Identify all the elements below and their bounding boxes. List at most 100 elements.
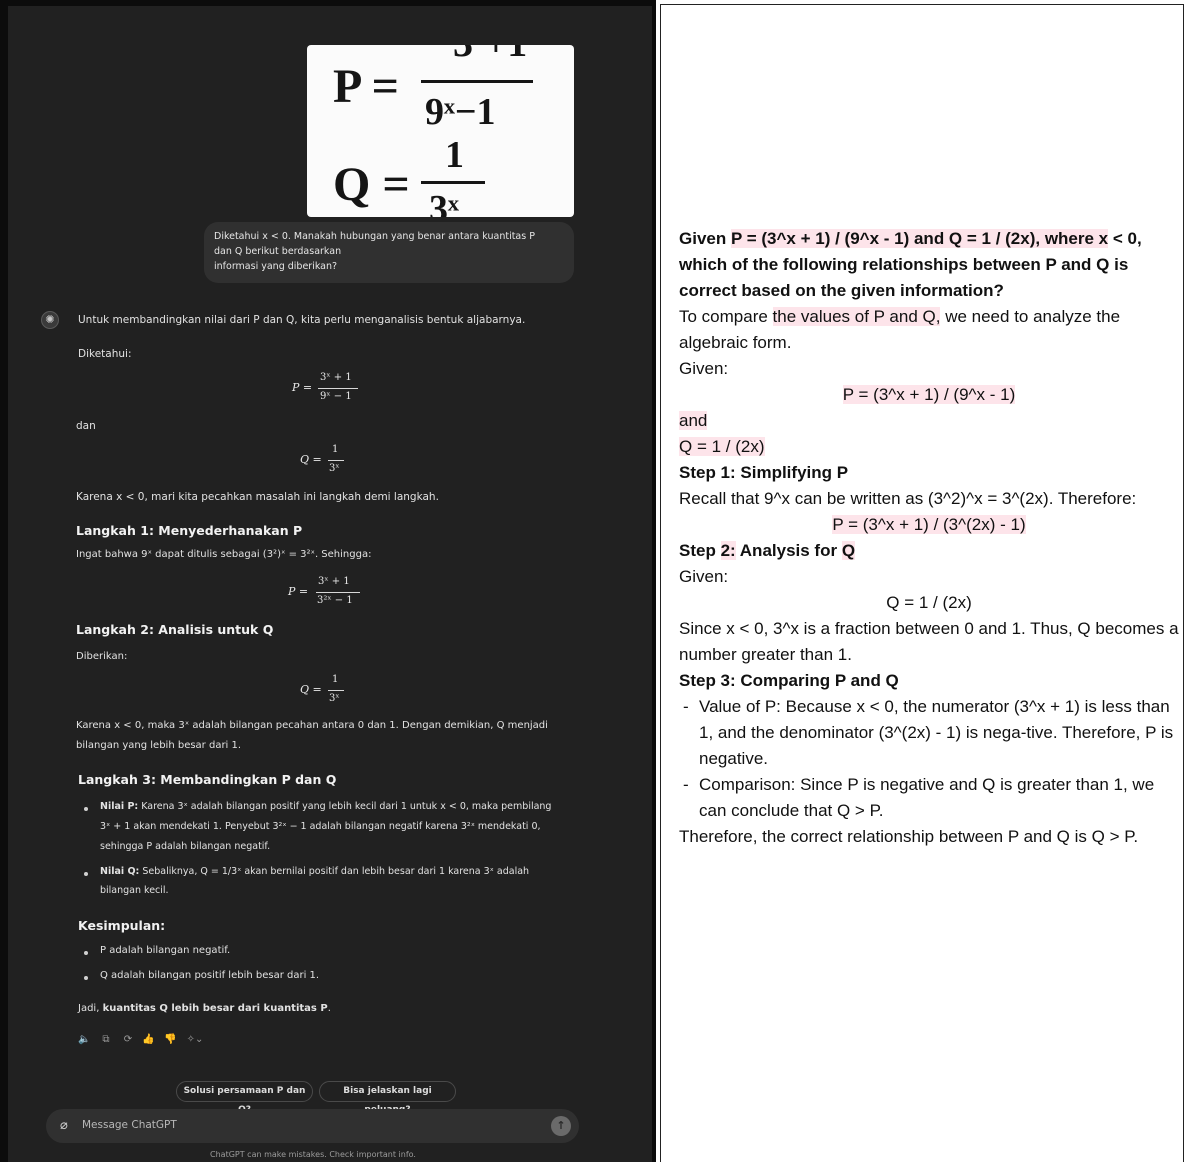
list-item-text: Comparison: Since P is negative and Q is… <box>699 775 1155 820</box>
question-highlight: P = (3^x + 1) / (9^x - 1) and Q = 1 / (2… <box>730 229 1109 248</box>
bullet1-line: Nilai P: Karena 3ˣ adalah bilangan posit… <box>100 801 551 812</box>
step3-heading: Step 3: Comparing P and Q <box>679 671 899 690</box>
bullet-dot <box>84 807 88 811</box>
screenshot-root: P = 3ˣ+1 9ˣ−1 Q = 1 3ˣ Diketahui x < 0. … <box>0 0 1185 1162</box>
since-paragraph: Since x < 0, 3^x is a fraction between 0… <box>679 619 1179 664</box>
speaker-icon[interactable]: 🔈 <box>78 1034 90 1046</box>
kesimpulan-item: P adalah bilangan negatif. <box>100 945 231 956</box>
suggestion-button[interactable]: Solusi persamaan P dan Q? <box>176 1081 313 1115</box>
thumbs-down-icon[interactable]: 👎 <box>164 1034 176 1046</box>
final-answer-prefix: Jadi, <box>78 1003 103 1014</box>
bullet-dot <box>84 976 88 980</box>
image-p-numerator: 3ˣ+1 <box>453 45 527 66</box>
message-input[interactable]: Message ChatGPT <box>82 1119 177 1131</box>
equation-q2-denominator: 3ˣ <box>329 693 340 704</box>
equation-q-denominator: 3ˣ <box>329 463 340 474</box>
equation-p-lhs: P = <box>292 381 313 394</box>
suggestion-button[interactable]: Bisa jelaskan lagi peluang? <box>319 1081 456 1115</box>
final-answer-bold: kuantitas Q lebih besar dari kuantitas P <box>102 1003 328 1014</box>
diketahui-label: Diketahui: <box>78 348 132 360</box>
step2-title: Langkah 2: Analisis untuk Q <box>76 622 274 637</box>
bullet1-label: Nilai P: <box>100 801 139 812</box>
disclaimer-text: ChatGPT can make mistakes. Check importa… <box>210 1150 416 1159</box>
paperclip-icon[interactable]: ⌀ <box>60 1118 74 1134</box>
fraction-bar <box>316 592 360 593</box>
equation-part: P = (3^x + 1) / (3^(2x) - <box>832 515 1011 534</box>
translation-text: Given P = (3^x + 1) / (9^x - 1) and Q = … <box>679 226 1179 850</box>
translation-panel: Given P = (3^x + 1) / (9^x - 1) and Q = … <box>660 4 1184 1162</box>
equation-p2-denominator: 3²ˣ − 1 <box>317 595 353 606</box>
bullet2-line: bilangan kecil. <box>100 885 169 896</box>
image-p-label: P = <box>333 60 400 113</box>
equation-p-denominator: 9ˣ − 1 <box>320 391 352 402</box>
copy-icon[interactable]: ⧉ <box>100 1034 112 1046</box>
equation-q2-numerator: 1 <box>332 674 339 685</box>
fraction-bar <box>328 690 344 691</box>
image-q-denominator: 3ˣ <box>429 188 459 217</box>
compare-highlight: the values of P and Q, <box>772 307 941 326</box>
step1-paragraph: Recall that 9^x can be written as (3^2)^… <box>679 489 1137 508</box>
regenerate-icon[interactable]: ⟳ <box>122 1034 134 1046</box>
step2-part: Step <box>679 541 721 560</box>
compare-paragraph: To compare the values of P and Q, we nee… <box>679 304 1179 356</box>
assistant-avatar-icon: ✺ <box>41 311 59 329</box>
fraction-bar <box>328 460 344 461</box>
equation-q-text: Q = 1 / (2x) <box>679 437 765 456</box>
image-q-label: Q = <box>333 158 410 211</box>
equation-p-simplified-translated: P = (3^x + 1) / (3^(2x) - 1) <box>679 512 1179 538</box>
chat-window: P = 3ˣ+1 9ˣ−1 Q = 1 3ˣ Diketahui x < 0. … <box>8 6 652 1162</box>
given-label: Given: <box>679 359 729 378</box>
dash-marker: - <box>683 697 689 716</box>
diberikan-label: Diberikan: <box>76 651 128 662</box>
bullet1-line: 3ˣ + 1 akan mendekati 1. Penyebut 3²ˣ − … <box>100 821 541 832</box>
equation-p-simplified: P = 3ˣ + 1 3²ˣ − 1 <box>288 576 378 610</box>
and-word: and <box>679 411 708 430</box>
equation-q: Q = 1 3ˣ <box>300 444 360 478</box>
sparkle-icon[interactable]: ✧⌄ <box>184 1034 206 1046</box>
final-answer-suffix: . <box>327 1003 331 1014</box>
step1-heading: Step 1: Simplifying P <box>679 463 849 482</box>
list-item: - Value of P: Because x < 0, the numerato… <box>679 694 1179 772</box>
send-button[interactable]: ↑ <box>551 1116 571 1136</box>
equation-q-numerator: 1 <box>332 444 339 455</box>
compare-prefix: To compare <box>679 307 773 326</box>
image-p-fraction-bar <box>421 80 533 83</box>
conclusion-paragraph: Therefore, the correct relationship betw… <box>679 827 1139 846</box>
message-composer[interactable]: ⌀ Message ChatGPT ↑ <box>46 1109 579 1143</box>
step2-text-line: Karena x < 0, maka 3ˣ adalah bilangan pe… <box>76 720 548 731</box>
question-prefix: Given <box>679 229 731 248</box>
equation-p2-lhs: P = <box>288 585 309 598</box>
bullet-dot <box>84 872 88 876</box>
equation-q-repeat: Q = 1 3ˣ <box>300 674 360 708</box>
step2-heading: Step 2: Analysis for Q <box>679 538 1179 564</box>
karena-text: Karena x < 0, mari kita pecahkan masalah… <box>76 491 439 503</box>
user-message-line: informasi yang diberikan? <box>214 261 338 272</box>
uploaded-equation-image[interactable]: P = 3ˣ+1 9ˣ−1 Q = 1 3ˣ <box>307 45 574 217</box>
given-label: Given: <box>679 567 729 586</box>
translated-question: Given P = (3^x + 1) / (9^x - 1) and Q = … <box>679 226 1179 304</box>
step3-title: Langkah 3: Membandingkan P dan Q <box>78 772 337 787</box>
image-q-numerator: 1 <box>445 134 464 176</box>
equation-part: 1) <box>1010 515 1026 534</box>
equation-q-lhs: Q = <box>300 453 322 466</box>
bullet-dot <box>84 951 88 955</box>
list-item-text: Value of P: Because x < 0, the numerator… <box>699 697 1174 768</box>
equation-p2-numerator: 3ˣ + 1 <box>318 576 350 587</box>
step1-title: Langkah 1: Menyederhanakan P <box>76 523 303 538</box>
thumbs-up-icon[interactable]: 👍 <box>142 1034 154 1046</box>
kesimpulan-item: Q adalah bilangan positif lebih besar da… <box>100 970 320 981</box>
user-message-bubble: Diketahui x < 0. Manakah hubungan yang b… <box>204 222 574 283</box>
list-item: - Comparison: Since P is negative and Q i… <box>679 772 1179 824</box>
step2-part: Q <box>841 541 856 560</box>
user-message-line: dan Q berikut berdasarkan <box>214 246 342 257</box>
bullet2-line: Nilai Q: Sebaliknya, Q = 1/3ˣ akan berni… <box>100 866 529 877</box>
step1-text: Ingat bahwa 9ˣ dapat ditulis sebagai (3²… <box>76 549 372 560</box>
user-message-line: Diketahui x < 0. Manakah hubungan yang b… <box>214 231 535 242</box>
equation-q-repeat-translated: Q = 1 / (2x) <box>886 593 972 612</box>
step2-part: 2: <box>720 541 736 560</box>
equation-q-translated: Q = 1 / (2x) <box>679 434 1179 460</box>
kesimpulan-title: Kesimpulan: <box>78 918 166 933</box>
equation-p-translated: P = (3^x + 1) / (9^x - 1) <box>679 382 1179 408</box>
image-q-fraction-bar <box>421 181 485 184</box>
equation-q2-lhs: Q = <box>300 683 322 696</box>
